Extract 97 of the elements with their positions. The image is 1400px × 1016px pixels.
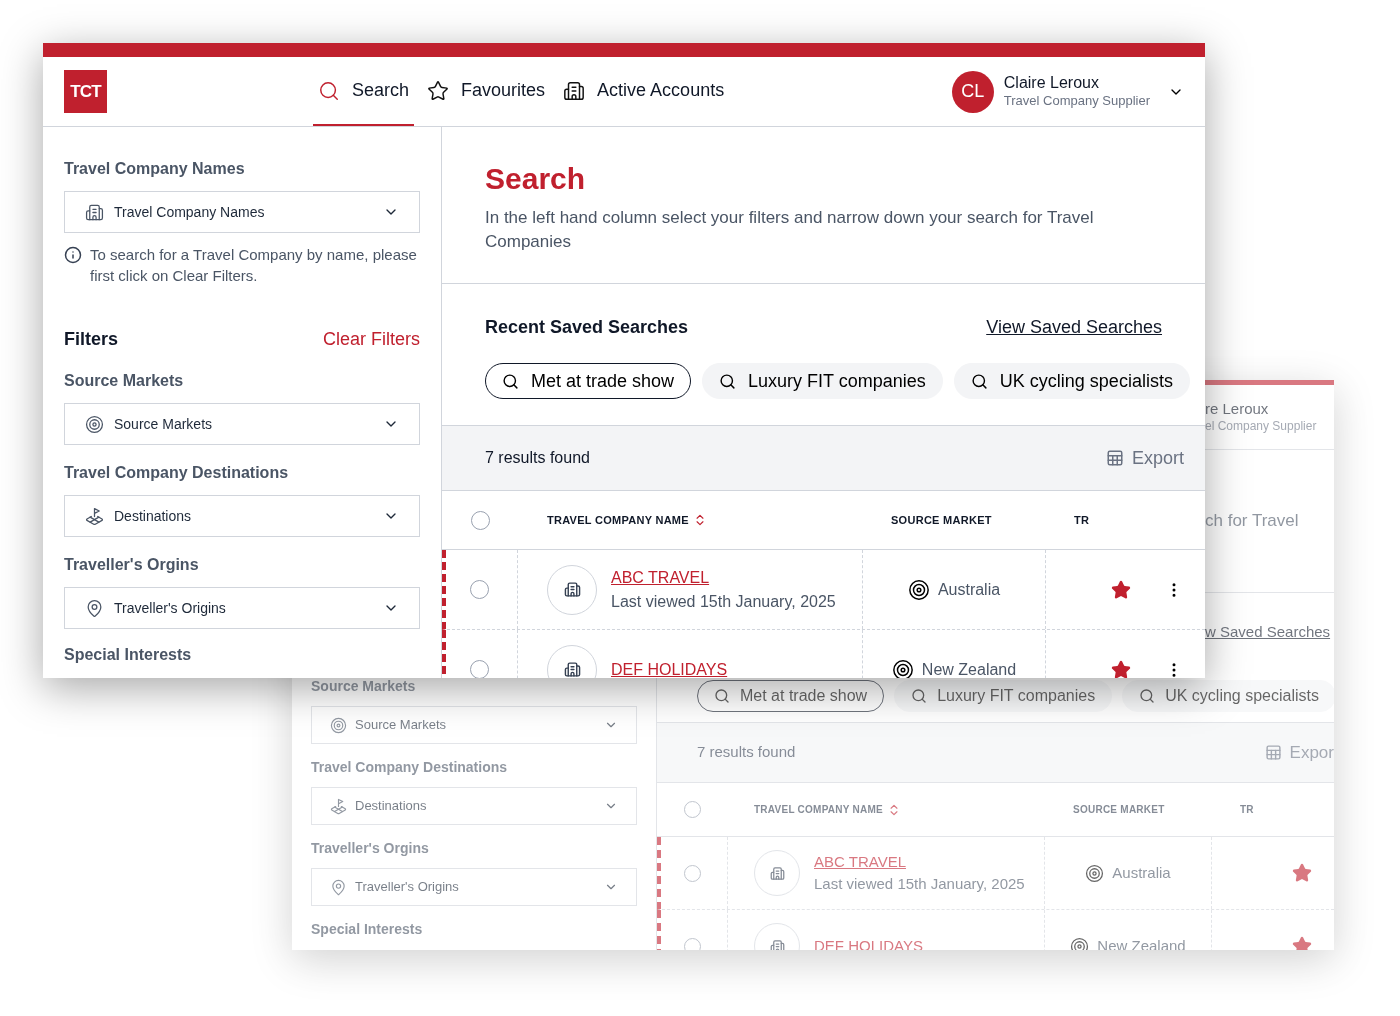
star-icon[interactable] (1111, 659, 1131, 678)
column-header: TR (1240, 803, 1254, 817)
search-icon (502, 372, 519, 390)
user-role: el Company Supplier (1205, 418, 1318, 434)
table-icon (1105, 449, 1124, 467)
search-icon (1139, 687, 1156, 704)
dropdown-placeholder: Destinations (355, 797, 427, 816)
saved-search-chip[interactable]: Met at trade show (697, 679, 885, 712)
section-label: Traveller's Orgins (311, 839, 430, 858)
page-title: Search (485, 161, 587, 197)
company-link[interactable]: ABC TRAVEL (611, 565, 836, 590)
column-header: SOURCE MARKET (891, 512, 992, 528)
column-header: SOURCE MARKET (1073, 803, 1165, 817)
company-link[interactable]: DEF HOLIDAYS (611, 657, 728, 678)
export-button[interactable]: Export (1105, 444, 1184, 472)
section-label: Source Markets (311, 677, 417, 696)
section-label: Source Markets (64, 371, 185, 391)
search-icon (719, 372, 737, 390)
row-checkbox[interactable] (470, 580, 489, 599)
row-checkbox[interactable] (470, 510, 490, 530)
saved-search-chip[interactable]: Luxury FIT companies (702, 363, 943, 399)
section-label: Special Interests (311, 920, 424, 939)
column-header: TRAVEL COMPANY NAME (547, 512, 689, 528)
filter-dropdown[interactable]: Source Markets (311, 706, 637, 744)
dropdown-placeholder: Travel Company Names (114, 202, 265, 222)
section-label: Travel Company Destinations (311, 758, 509, 777)
star-icon (427, 79, 450, 102)
row-checkbox[interactable] (470, 660, 489, 678)
building-icon (563, 79, 586, 102)
results-count: 7 results found (485, 448, 590, 468)
target-icon (907, 578, 930, 601)
filter-dropdown[interactable]: Travel Company Names (64, 191, 420, 233)
info-icon (64, 246, 82, 264)
last-viewed-text: Last viewed 15th January, 2025 (611, 591, 836, 612)
saved-search-chip[interactable]: Met at trade show (485, 363, 692, 399)
saved-search-chip[interactable]: UK cycling specialists (953, 363, 1190, 399)
user-name: Claire Leroux (1003, 73, 1100, 94)
view-saved-searches-link[interactable]: w Saved Searches (1205, 621, 1334, 644)
star-icon[interactable] (1111, 579, 1131, 600)
search-icon (970, 372, 988, 390)
search-icon (911, 687, 928, 704)
search-icon (714, 687, 730, 704)
star-icon[interactable] (1292, 936, 1312, 950)
target-icon (1085, 863, 1105, 883)
pin-icon (85, 598, 104, 618)
column-header: TR (1074, 512, 1090, 528)
row-checkbox[interactable] (684, 801, 701, 818)
row-checkbox[interactable] (683, 937, 701, 950)
target-icon (330, 716, 347, 734)
user-avatar: CL (951, 70, 994, 113)
hint-text: To search for a Travel Company by name, please first click on Clear Filters. (90, 245, 418, 286)
dropdown-placeholder: Destinations (114, 506, 192, 526)
flag-icon (330, 797, 347, 815)
saved-search-chip[interactable]: UK cycling specialists (1122, 679, 1334, 712)
filter-dropdown[interactable]: Destinations (64, 495, 420, 537)
flag-icon (85, 506, 104, 526)
user-role: Travel Company Supplier (1003, 93, 1150, 110)
filter-dropdown[interactable]: Traveller's Origins (64, 587, 420, 629)
nav-tab[interactable]: Search (313, 57, 415, 126)
nav-tab[interactable]: Favourites (422, 57, 551, 126)
pin-icon (330, 878, 347, 896)
filters-title: Filters (64, 328, 119, 351)
dropdown-placeholder: Traveller's Origins (114, 598, 226, 618)
target-icon (85, 414, 104, 434)
filter-dropdown[interactable]: Traveller's Origins (311, 868, 637, 906)
source-market-text: Australia (937, 579, 1001, 600)
row-checkbox[interactable] (683, 864, 701, 882)
last-viewed-text: Last viewed 15th January, 2025 (814, 874, 1025, 894)
dropdown-placeholder: Source Markets (355, 716, 447, 735)
table-icon (1264, 744, 1282, 761)
section-label: Traveller's Orgins (64, 555, 200, 575)
column-header: TRAVEL COMPANY NAME (754, 803, 884, 817)
section-title: Recent Saved Searches (485, 316, 689, 339)
section-label: Travel Company Names (64, 159, 246, 179)
intro-text: In the left hand column select your filters and narrow down your search for Travel Companies (485, 206, 1095, 253)
results-count: 7 results found (697, 742, 796, 763)
target-icon (891, 658, 914, 678)
filter-dropdown[interactable]: Source Markets (64, 403, 420, 445)
search-icon (318, 79, 340, 102)
clear-filters-link[interactable]: Clear Filters (323, 326, 420, 353)
source-market-text: Australia (1112, 862, 1171, 883)
saved-search-chip[interactable]: Luxury FIT companies (894, 679, 1113, 712)
company-link[interactable]: DEF HOLIDAYS (814, 934, 923, 950)
dropdown-placeholder: Source Markets (114, 414, 213, 434)
user-name: re Leroux (1205, 400, 1270, 419)
building-icon (85, 202, 104, 222)
section-label: Special Interests (64, 645, 193, 665)
intro-text: ch for Travel (1205, 510, 1300, 533)
source-market-text: New Zealand (921, 659, 1017, 678)
star-icon[interactable] (1292, 863, 1312, 883)
view-saved-searches-link[interactable]: View Saved Searches (986, 314, 1162, 341)
dropdown-placeholder: Traveller's Origins (355, 878, 459, 897)
section-label: Travel Company Destinations (64, 463, 290, 483)
filter-dropdown[interactable]: Destinations (311, 787, 637, 825)
logo[interactable]: TCT (64, 70, 107, 113)
nav-tab[interactable]: Active Accounts (558, 57, 730, 126)
target-icon (1070, 936, 1090, 950)
